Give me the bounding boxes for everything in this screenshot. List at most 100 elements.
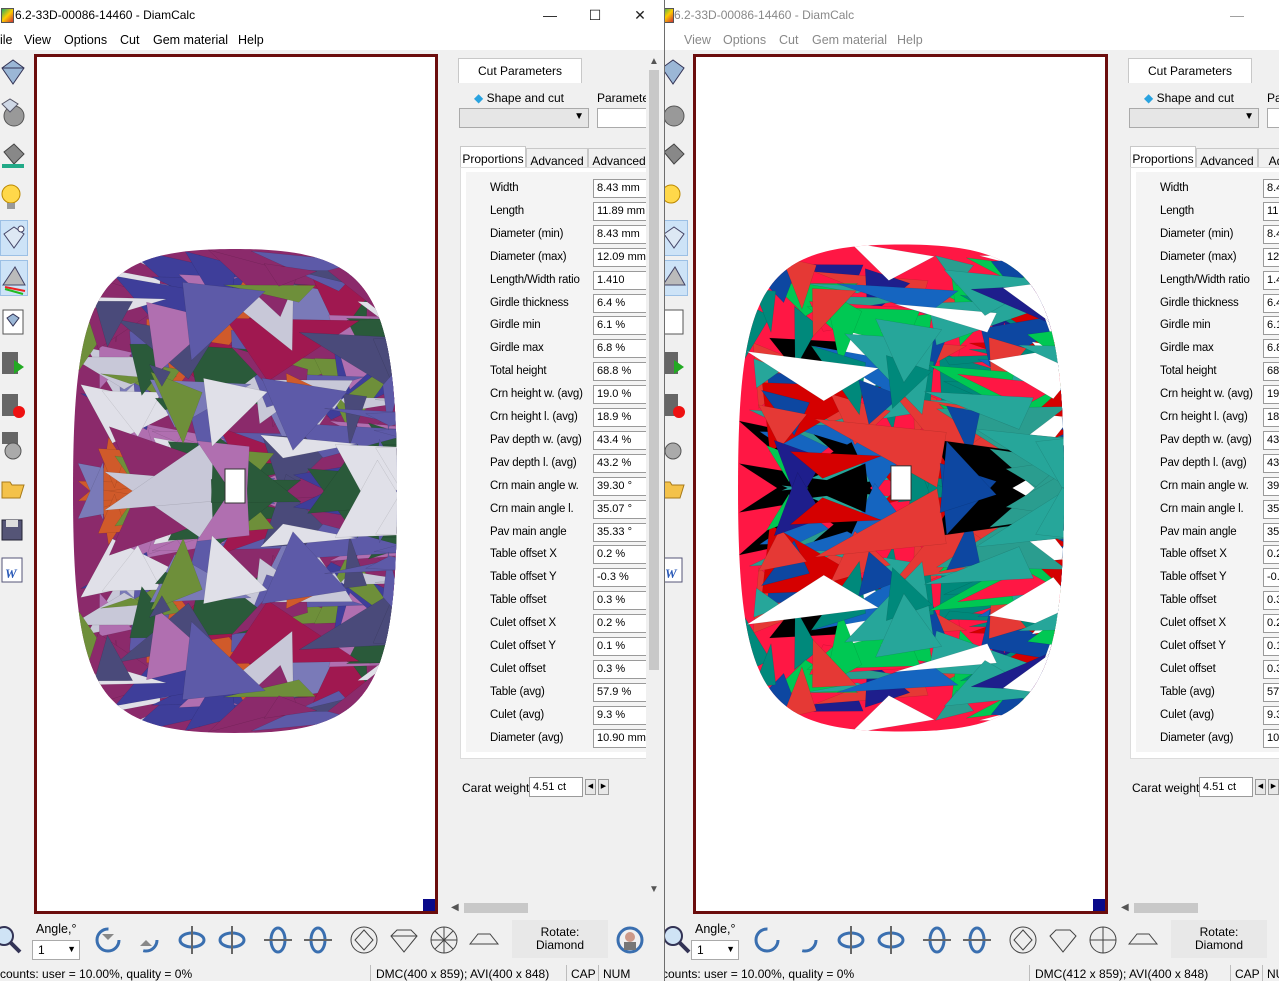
tab-cut-parameters[interactable]: Cut Parameters	[1128, 58, 1252, 83]
hscroll-thumb[interactable]	[464, 903, 528, 913]
proportion-value[interactable]: -0.3	[1263, 568, 1279, 588]
diamond-lighting-icon[interactable]	[0, 220, 28, 256]
menu-options[interactable]: Options	[723, 33, 766, 47]
film-play-icon[interactable]	[665, 346, 686, 380]
menu-gem-material[interactable]: Gem material	[812, 33, 887, 47]
bottom-view-icon[interactable]	[1087, 924, 1119, 956]
flip-horizontal-alt-icon[interactable]	[875, 924, 907, 956]
spin-right-icon[interactable]: ▶	[1268, 779, 1279, 795]
proportion-value[interactable]: 18.9 %	[593, 408, 649, 427]
flip-vertical-alt-icon[interactable]	[961, 924, 993, 956]
diamond-report-icon[interactable]	[0, 304, 26, 338]
proportion-value[interactable]: 19.0 %	[593, 385, 649, 405]
proportion-value[interactable]: 0.3 %	[593, 591, 649, 611]
proportion-value[interactable]: 8.43 mm	[593, 224, 649, 244]
proportion-value[interactable]: 35.0	[1263, 499, 1279, 519]
minimize-button[interactable]: —	[1215, 2, 1259, 28]
proportion-value[interactable]: 12.0	[1263, 247, 1279, 267]
menu-cut[interactable]: Cut	[120, 33, 139, 47]
proportion-value[interactable]: -0.3 %	[593, 568, 649, 588]
scroll-left-icon[interactable]: ◀	[1121, 902, 1129, 913]
proportion-value[interactable]: 43.2	[1263, 453, 1279, 473]
proportion-value[interactable]: 8.43 mm	[593, 179, 649, 198]
flip-horizontal-icon[interactable]	[176, 924, 208, 956]
sphere-icon[interactable]	[665, 96, 686, 130]
zoom-magnifier-icon[interactable]	[0, 924, 24, 956]
tab-proportions[interactable]: Proportions	[1130, 146, 1196, 169]
scroll-down-icon[interactable]: ▼	[649, 884, 659, 895]
shape-and-cut-combo[interactable]: ▼	[1129, 108, 1259, 128]
open-folder-icon[interactable]	[0, 470, 26, 504]
proportion-value[interactable]: 12.09 mm	[593, 247, 649, 267]
film-record-icon[interactable]	[0, 388, 26, 422]
spin-left-icon[interactable]: ◀	[1255, 779, 1266, 795]
tab-advanced-1[interactable]: Advanced	[1196, 148, 1258, 169]
panel-vertical-scrollbar[interactable]: ▲ ▼	[646, 52, 662, 900]
film-play-icon[interactable]	[0, 346, 26, 380]
proportion-value[interactable]: 68.8 %	[593, 362, 649, 382]
menu-help[interactable]: Help	[897, 33, 923, 47]
proportion-value[interactable]: 1.41	[1263, 270, 1279, 290]
proportion-value[interactable]: 0.3	[1263, 591, 1279, 611]
menu-view[interactable]: View	[684, 33, 711, 47]
flip-horizontal-icon[interactable]	[835, 924, 867, 956]
sphere-icon[interactable]	[0, 96, 26, 130]
proportion-value[interactable]: 39.30 °	[593, 476, 649, 496]
shape-and-cut-combo[interactable]: ▼	[459, 108, 589, 128]
proportion-value[interactable]: 0.3	[1263, 659, 1279, 679]
tab-proportions[interactable]: Proportions	[460, 146, 526, 169]
proportion-value[interactable]: 0.2 %	[593, 545, 649, 565]
rotate-left-icon[interactable]	[92, 924, 124, 956]
proportion-value[interactable]: 0.2	[1263, 545, 1279, 565]
top-view-icon[interactable]	[1007, 924, 1039, 956]
tab-cut-parameters[interactable]: Cut Parameters	[458, 58, 582, 83]
proportion-value[interactable]: 35.33 °	[593, 522, 649, 542]
spin-left-icon[interactable]: ◀	[585, 779, 596, 795]
proportion-value[interactable]: 8.4	[1263, 179, 1279, 198]
parameter-input[interactable]	[1267, 108, 1279, 128]
panel-horizontal-scrollbar[interactable]: ◀	[446, 900, 646, 916]
proportion-value[interactable]: 43.4 %	[593, 430, 649, 450]
rotate-right-icon[interactable]	[789, 924, 821, 956]
bottom-view-icon[interactable]	[428, 924, 460, 956]
menu-view[interactable]: View	[24, 33, 51, 47]
menu-options[interactable]: Options	[64, 33, 107, 47]
menu-help[interactable]: Help	[238, 33, 264, 47]
proportion-value[interactable]: 19.0	[1263, 385, 1279, 405]
diamond-lighting-icon[interactable]	[665, 220, 688, 256]
angle-select[interactable]: 1 ▼	[691, 940, 739, 960]
menu-gem-material[interactable]: Gem material	[153, 33, 228, 47]
rotate-diamond-button[interactable]: Rotate: Diamond	[512, 920, 608, 958]
proportion-value[interactable]: 1.410	[593, 270, 649, 290]
profile-view-icon[interactable]	[1127, 924, 1159, 956]
proportion-value[interactable]: 9.3	[1263, 705, 1279, 725]
close-button[interactable]: ✕	[618, 2, 662, 28]
word-export-icon[interactable]: W	[0, 552, 26, 586]
maximize-button[interactable]: ☐	[573, 2, 617, 28]
panel-horizontal-scrollbar[interactable]: ◀	[1116, 900, 1279, 916]
carat-weight-value[interactable]: 4.51 ct	[1199, 777, 1253, 797]
user-rotate-icon[interactable]	[614, 924, 646, 956]
proportion-value[interactable]: 68.8	[1263, 362, 1279, 382]
proportion-value[interactable]: 57.9	[1263, 682, 1279, 702]
profile-view-icon[interactable]	[468, 924, 500, 956]
flip-vertical-icon[interactable]	[921, 924, 953, 956]
proportion-value[interactable]: 0.3 %	[593, 659, 649, 679]
tab-advanced-2[interactable]: Advanced	[588, 148, 650, 169]
proportion-value[interactable]: 43.2 %	[593, 453, 649, 473]
flip-horizontal-alt-icon[interactable]	[216, 924, 248, 956]
proportion-value[interactable]: 0.1 %	[593, 637, 649, 656]
proportion-value[interactable]: 10.90 mm	[593, 728, 649, 748]
flip-vertical-icon[interactable]	[262, 924, 294, 956]
top-view-icon[interactable]	[348, 924, 380, 956]
proportion-value[interactable]: 0.2 %	[593, 614, 649, 634]
paint-bucket-icon[interactable]	[0, 138, 26, 172]
diamond-view-icon[interactable]	[0, 56, 26, 90]
zoom-magnifier-icon[interactable]	[665, 924, 693, 956]
menu-file[interactable]: ile	[0, 33, 13, 47]
light-bulb-icon[interactable]	[0, 180, 26, 214]
proportion-value[interactable]: 8.4	[1263, 224, 1279, 244]
minimize-button[interactable]: —	[528, 2, 572, 28]
rotate-right-icon[interactable]	[130, 924, 162, 956]
side-view-icon[interactable]	[1047, 924, 1079, 956]
